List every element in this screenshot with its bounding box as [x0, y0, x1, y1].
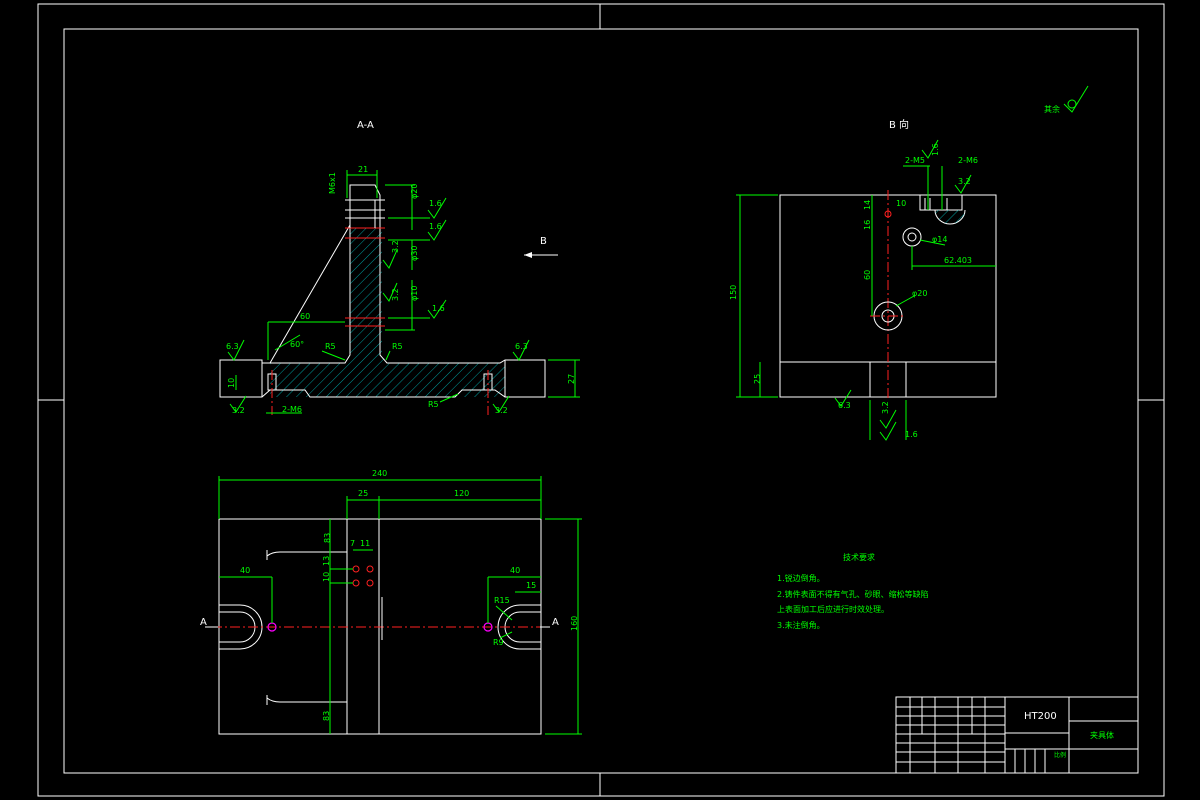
dia-a: φ20	[410, 184, 419, 199]
title-scale-label: 比例	[1054, 751, 1066, 759]
plan-dim-10: 10	[322, 572, 331, 582]
dim-r5-right: R5	[392, 342, 403, 351]
vb-rough-63: 6.3	[838, 401, 851, 410]
roughness-note: 其余	[1044, 85, 1089, 114]
section-label: A-A	[357, 120, 374, 131]
rough-16-c: 1.6	[432, 304, 445, 313]
vb-rough-32: 3.2	[958, 177, 971, 186]
sheet-border	[37, 3, 1165, 797]
dim-thread: M6x1	[328, 172, 337, 194]
dim-10: 10	[227, 378, 236, 388]
rough-63-right: 6.3	[515, 342, 528, 351]
vb-rough-16b: 1.6	[905, 430, 918, 439]
vb-rough-16: 1.6	[931, 143, 940, 156]
vb-dim-16: 16	[863, 220, 872, 230]
section-mark-right: A	[552, 617, 559, 628]
plan-dim-11: 11	[360, 539, 370, 548]
vb-dia20: φ20	[912, 289, 927, 298]
plan-dim-r15: R15	[494, 596, 510, 605]
vb-holes-top: 2-M5	[905, 156, 925, 165]
view-b-label: B 向	[889, 118, 909, 131]
tech-req-item-4: 3.未注倒角。	[777, 620, 825, 630]
dim-angle: 60°	[290, 340, 304, 349]
plan-dim-overall: 240	[372, 469, 387, 478]
drawing-canvas: A-A 21 M6x1 60 60° R5 R5 R5 27 10 2-M6 6…	[37, 3, 1165, 797]
rough-16-b: 1.6	[429, 222, 442, 231]
plan-view: 240 25 120 40 40 15 R15 R9 7 11 83 13 10…	[200, 469, 582, 735]
rough-32-right: 3.2	[495, 406, 508, 415]
plan-dim-160: 160	[570, 616, 579, 631]
plan-dim-40-right: 40	[510, 566, 520, 575]
vb-dim-150: 150	[729, 285, 738, 300]
plan-dim-7: 7	[350, 539, 355, 548]
vb-dim-25: 25	[753, 374, 762, 384]
plan-dim-25: 25	[358, 489, 368, 498]
tech-requirements: 技术要求 1.锐边倒角。 2.铸件表面不得有气孔、砂眼、缩松等缺陷 上表面加工后…	[777, 552, 929, 630]
title-material: HT200	[1024, 711, 1057, 722]
rough-32-left: 3.2	[232, 406, 245, 415]
vb-rough-32b: 3.2	[881, 401, 890, 414]
plan-dim-120: 120	[454, 489, 469, 498]
dia-b: φ30	[410, 246, 419, 261]
dia-c: φ10	[410, 286, 419, 301]
rough-32-mid: 3.2	[391, 240, 400, 253]
rough-63-left: 6.3	[226, 342, 239, 351]
view-b: B 向 2-M5 2-M6 1.6 3.2 14 16 10 φ14 62.40…	[729, 118, 997, 441]
plan-dim-40-left: 40	[240, 566, 250, 575]
vb-holes-top-b: 2-M6	[958, 156, 978, 165]
tech-req-item-1: 1.锐边倒角。	[777, 573, 825, 583]
dim-27: 27	[567, 374, 576, 384]
plan-dim-15: 15	[526, 581, 536, 590]
vb-dim-14: 14	[863, 200, 872, 210]
vb-dim-62: 62.403	[944, 256, 972, 265]
rough-32-mid2: 3.2	[391, 288, 400, 301]
vb-dim-60: 60	[863, 270, 872, 280]
title-part-name: 夹具体	[1090, 730, 1114, 740]
dim-r5-bottom: R5	[428, 400, 439, 409]
vb-dim-10: 10	[896, 199, 906, 208]
tech-req-item-3: 上表面加工后应进行时效处理。	[777, 604, 889, 614]
dim-top-width: 21	[358, 165, 368, 174]
dim-r5-left: R5	[325, 342, 336, 351]
plan-dim-r9: R9	[493, 638, 504, 647]
section-view: A-A 21 M6x1 60 60° R5 R5 R5 27 10 2-M6 6…	[219, 120, 580, 415]
dim-60: 60	[300, 312, 310, 321]
plan-dim-83-top: 83	[323, 533, 332, 543]
title-block: HT200 夹具体 比例	[895, 696, 1139, 774]
direction-arrow-label: B	[540, 236, 547, 247]
tech-req-title: 技术要求	[843, 552, 875, 562]
rough-16-a: 1.6	[429, 199, 442, 208]
roughness-note-label: 其余	[1044, 104, 1060, 114]
section-mark-left: A	[200, 617, 207, 628]
tech-req-item-2: 2.铸件表面不得有气孔、砂眼、缩松等缺陷	[777, 589, 929, 599]
plan-dim-13: 13	[322, 556, 331, 566]
plan-dim-83-bottom: 83	[322, 711, 331, 721]
